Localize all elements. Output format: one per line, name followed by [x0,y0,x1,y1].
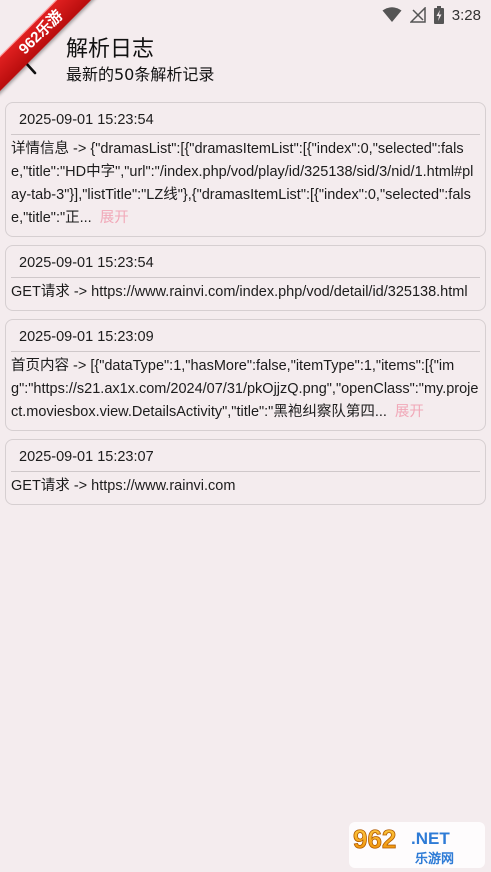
svg-text:962: 962 [353,824,396,854]
watermark-logo: 962 .NET 乐游网 [349,822,485,868]
log-list: 2025-09-01 15:23:54 详情信息 -> {"dramasList… [5,102,486,505]
log-item[interactable]: 2025-09-01 15:23:09 首页内容 -> [{"dataType"… [5,319,486,431]
status-time: 3:28 [451,6,481,24]
log-body: GET请求 -> https://www.rainvi.com/index.ph… [11,281,480,304]
log-item[interactable]: 2025-09-01 15:23:54 GET请求 -> https://www… [5,245,486,311]
chevron-left-icon [23,49,37,75]
log-body: 详情信息 -> {"dramasList":[{"dramasItemList"… [11,138,480,230]
header-titles: 解析日志 最新的50条解析记录 [66,36,214,86]
log-body-text: GET请求 -> https://www.rainvi.com [11,478,236,494]
log-item[interactable]: 2025-09-01 15:23:54 详情信息 -> {"dramasList… [5,102,486,237]
log-item[interactable]: 2025-09-01 15:23:07 GET请求 -> https://www… [5,439,486,505]
svg-text:乐游网: 乐游网 [415,851,454,867]
page-title: 解析日志 [66,37,155,62]
signal-icon [409,7,426,23]
page-subtitle: 最新的50条解析记录 [66,65,215,84]
status-icons: 3:28 [382,4,481,26]
log-time: 2025-09-01 15:23:09 [11,326,480,352]
log-time: 2025-09-01 15:23:07 [11,446,480,472]
expand-link[interactable]: 展开 [100,210,129,226]
expand-link[interactable]: 展开 [395,404,424,420]
battery-icon [433,6,444,24]
app-header: 解析日志 最新的50条解析记录 [0,30,491,94]
log-body-text: 详情信息 -> {"dramasList":[{"dramasItemList"… [11,141,474,226]
log-body: 首页内容 -> [{"dataType":1,"hasMore":false,"… [11,355,480,424]
svg-text:.NET: .NET [411,829,450,848]
log-time: 2025-09-01 15:23:54 [11,109,480,135]
log-body: GET请求 -> https://www.rainvi.com [11,475,480,498]
log-time: 2025-09-01 15:23:54 [11,252,480,278]
wifi-icon [382,7,402,22]
status-bar: 3:28 [0,0,491,30]
back-button[interactable] [14,44,46,80]
log-body-text: GET请求 -> https://www.rainvi.com/index.ph… [11,284,468,300]
